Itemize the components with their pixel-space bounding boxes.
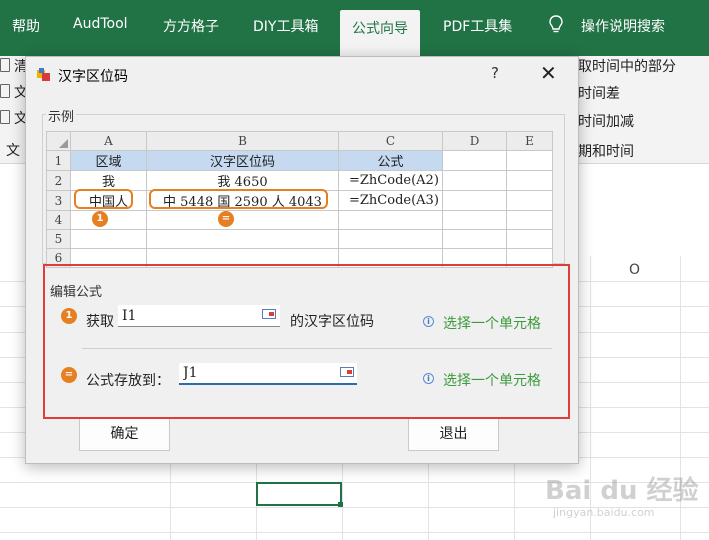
column-header-o[interactable]: O	[629, 262, 640, 278]
close-icon[interactable]: ✕	[540, 61, 557, 85]
document-icon	[0, 84, 10, 98]
ribbon-item-time-add[interactable]: 时间加减	[578, 111, 634, 131]
example-group-label: 示例	[46, 106, 77, 125]
fill-handle[interactable]	[338, 502, 343, 507]
dialog-title: 汉字区位码	[58, 69, 128, 85]
highlight-result-cell	[149, 189, 328, 209]
grid-row: 4	[46, 210, 553, 230]
watermark-logo: Bai du 经验	[545, 476, 699, 506]
document-icon	[0, 58, 10, 72]
grid-row: 2 我 我 4650 =ZhCode(A2)	[46, 170, 553, 191]
grid-row: 5	[46, 229, 553, 249]
grid-col-header: A	[70, 131, 147, 151]
step-badge-1: 1	[92, 211, 108, 227]
grid-col-header: E	[506, 131, 553, 151]
watermark-url: jingyan.baidu.com	[553, 506, 655, 519]
tab-fangfanggezi[interactable]: 方方格子	[163, 16, 219, 36]
ribbon-item-time-part[interactable]: 取时间中的部分	[578, 56, 676, 76]
ok-button[interactable]: 确定	[79, 417, 170, 451]
tab-pdf-tools[interactable]: PDF工具集	[443, 16, 512, 36]
lightbulb-icon	[549, 15, 563, 33]
help-button[interactable]: ?	[491, 64, 499, 82]
app-icon	[37, 68, 50, 81]
tab-diy-toolbox[interactable]: DIY工具箱	[253, 16, 318, 36]
ribbon-group-label-datetime: 期和时间	[578, 144, 634, 160]
watermark: Bai du 经验 jingyan.baidu.com	[541, 470, 701, 530]
tab-audtool[interactable]: AudTool	[73, 16, 128, 32]
grid-col-header: C	[338, 131, 443, 151]
grid-row: 1 区域 汉字区位码 公式	[46, 150, 553, 171]
document-icon	[0, 110, 10, 124]
grid-corner	[46, 131, 71, 151]
selected-cell[interactable]	[256, 482, 342, 506]
ribbon-tab-bar: 帮助 AudTool 方方格子 DIY工具箱 公式向导 PDF工具集 操作说明搜…	[0, 0, 709, 56]
ribbon-group-label: 文	[6, 143, 20, 159]
grid-col-header: D	[442, 131, 507, 151]
tab-help[interactable]: 帮助	[12, 16, 40, 36]
grid-col-header: B	[146, 131, 339, 151]
tab-formula-wizard[interactable]: 公式向导	[340, 10, 420, 56]
step-badge-2: =	[218, 211, 234, 227]
exit-button[interactable]: 退出	[408, 417, 499, 451]
tell-me-search[interactable]: 操作说明搜索	[581, 16, 665, 36]
ribbon-item-time-diff[interactable]: 时间差	[578, 83, 620, 103]
highlight-frame-edit-formula	[43, 264, 570, 419]
highlight-source-cell	[74, 189, 133, 209]
